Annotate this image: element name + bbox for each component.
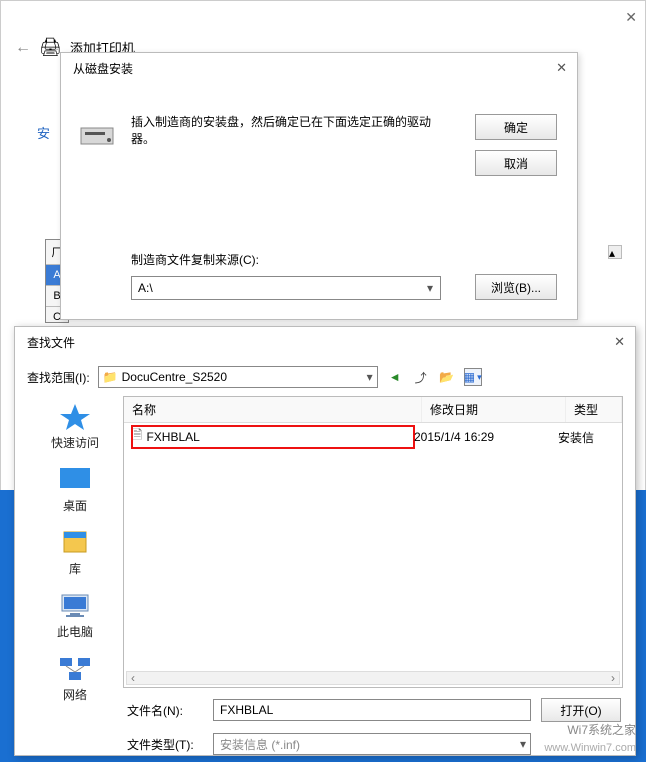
back-icon[interactable]: ◄ <box>386 368 404 386</box>
desktop-icon <box>58 465 92 493</box>
up-one-level-icon[interactable]: ⤴ <box>412 368 430 386</box>
close-icon[interactable]: ✕ <box>556 60 567 76</box>
file-open-dialog: 查找文件 ✕ 查找范围(I): 📁 DocuCentre_S2520 ▾ ◄ ⤴… <box>14 326 636 756</box>
view-menu-icon[interactable]: ▦▾ <box>464 368 482 386</box>
places-network[interactable]: 网络 <box>58 654 92 703</box>
list-item[interactable]: 🗎FXHBLAL 2015/1/4 16:29 安装信 <box>124 423 622 451</box>
places-libraries[interactable]: 库 <box>58 528 92 577</box>
new-folder-icon[interactable]: 📂 <box>438 368 456 386</box>
source-path-combobox[interactable]: ▾ <box>131 276 441 300</box>
look-in-value: DocuCentre_S2520 <box>122 370 227 384</box>
filetype-combobox[interactable]: 安装信息 (*.inf) ▾ <box>213 733 531 755</box>
back-arrow-icon[interactable]: ← <box>15 39 31 57</box>
open-button[interactable]: 打开(O) <box>541 698 621 722</box>
places-quick-access[interactable]: 快速访问 <box>51 402 99 451</box>
column-date[interactable]: 修改日期 <box>422 397 566 422</box>
watermark-text: Wi7系统之家 <box>567 721 636 738</box>
libraries-icon <box>58 528 92 556</box>
file-list[interactable]: 名称 修改日期 类型 🗎FXHBLAL 2015/1/4 16:29 安装信 ‹… <box>123 396 623 688</box>
disk-dialog-title: 从磁盘安装 <box>61 53 577 84</box>
disk-drive-icon <box>79 120 119 150</box>
filetype-label: 文件类型(T): <box>127 736 203 753</box>
places-desktop[interactable]: 桌面 <box>58 465 92 514</box>
disk-instruction-text: 插入制造商的安装盘，然后确定已在下面选定正确的驱动器。 <box>131 114 441 148</box>
places-this-pc[interactable]: 此电脑 <box>57 591 93 640</box>
wizard-subtitle-partial: 安 <box>37 123 50 142</box>
chevron-down-icon[interactable]: ▾ <box>422 279 438 297</box>
pc-icon <box>58 591 92 619</box>
star-icon <box>58 402 92 430</box>
file-list-header[interactable]: 名称 修改日期 类型 <box>124 397 622 423</box>
cancel-button[interactable]: 取消 <box>475 150 557 176</box>
wizard-scrollbar-up[interactable]: ▴ <box>608 245 622 259</box>
browse-button[interactable]: 浏览(B)... <box>475 274 557 300</box>
watermark-url: www.Winwin7.com <box>544 742 636 754</box>
close-icon[interactable]: ✕ <box>614 334 625 350</box>
install-from-disk-dialog: 从磁盘安装 ✕ 插入制造商的安装盘，然后确定已在下面选定正确的驱动器。 确定 取… <box>60 52 578 320</box>
close-icon[interactable]: ✕ <box>625 9 637 26</box>
filename-label: 文件名(N): <box>127 702 203 719</box>
ok-button[interactable]: 确定 <box>475 114 557 140</box>
horizontal-scrollbar[interactable]: ‹› <box>126 671 620 685</box>
chevron-down-icon[interactable]: ▾ <box>367 370 373 384</box>
look-in-combobox[interactable]: 📁 DocuCentre_S2520 ▾ <box>98 366 378 388</box>
printer-icon: 🖨 <box>39 37 62 58</box>
file-dialog-title: 查找文件 <box>15 327 635 358</box>
places-bar: 快速访问 桌面 库 此电脑 网络 <box>27 396 123 688</box>
filename-input[interactable] <box>213 699 531 721</box>
inf-file-icon: 🗎 <box>132 426 142 448</box>
look-in-label: 查找范围(I): <box>27 369 90 386</box>
column-name[interactable]: 名称 <box>124 397 422 422</box>
column-type[interactable]: 类型 <box>566 397 622 422</box>
source-path-label: 制造商文件复制来源(C): <box>131 251 259 268</box>
network-icon <box>58 654 92 682</box>
chevron-down-icon[interactable]: ▾ <box>520 737 526 751</box>
folder-icon: 📁 <box>103 370 118 384</box>
source-path-input[interactable] <box>132 277 420 299</box>
